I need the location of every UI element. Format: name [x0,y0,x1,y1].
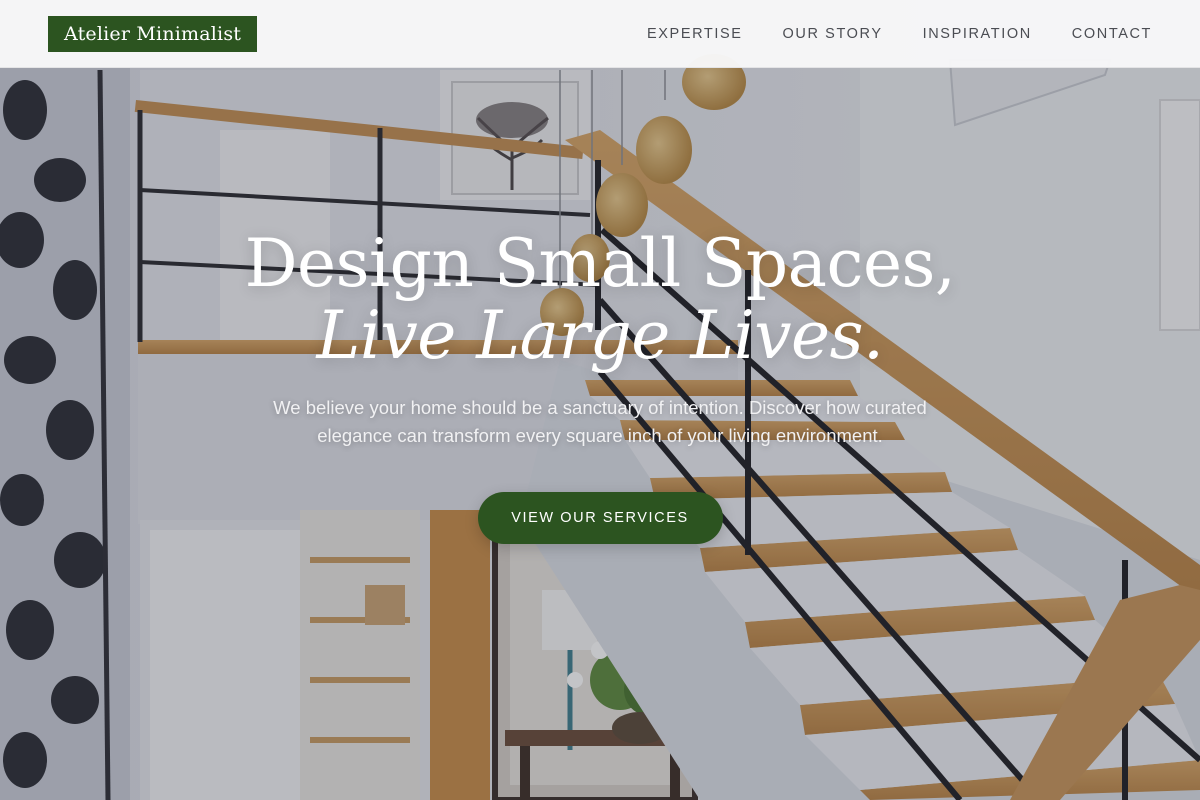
hero-content: Design Small Spaces, Live Large Lives. W… [0,228,1200,544]
hero-headline-line1: Design Small Spaces, [244,225,956,302]
view-services-button[interactable]: VIEW OUR SERVICES [477,492,723,544]
nav-links: EXPERTISE OUR STORY INSPIRATION CONTACT [647,0,1152,68]
hero-subtext: We believe your home should be a sanctua… [273,397,927,446]
nav-link-our-story[interactable]: OUR STORY [783,26,883,42]
hero-headline: Design Small Spaces, Live Large Lives. [0,228,1200,372]
brand-logo[interactable]: Atelier Minimalist [48,16,258,52]
nav-link-contact[interactable]: CONTACT [1072,26,1152,42]
hero-headline-line2: Live Large Lives. [316,297,884,374]
nav-link-expertise[interactable]: EXPERTISE [647,26,743,42]
nav-link-inspiration[interactable]: INSPIRATION [923,26,1032,42]
top-navbar: Atelier Minimalist EXPERTISE OUR STORY I… [0,0,1200,68]
